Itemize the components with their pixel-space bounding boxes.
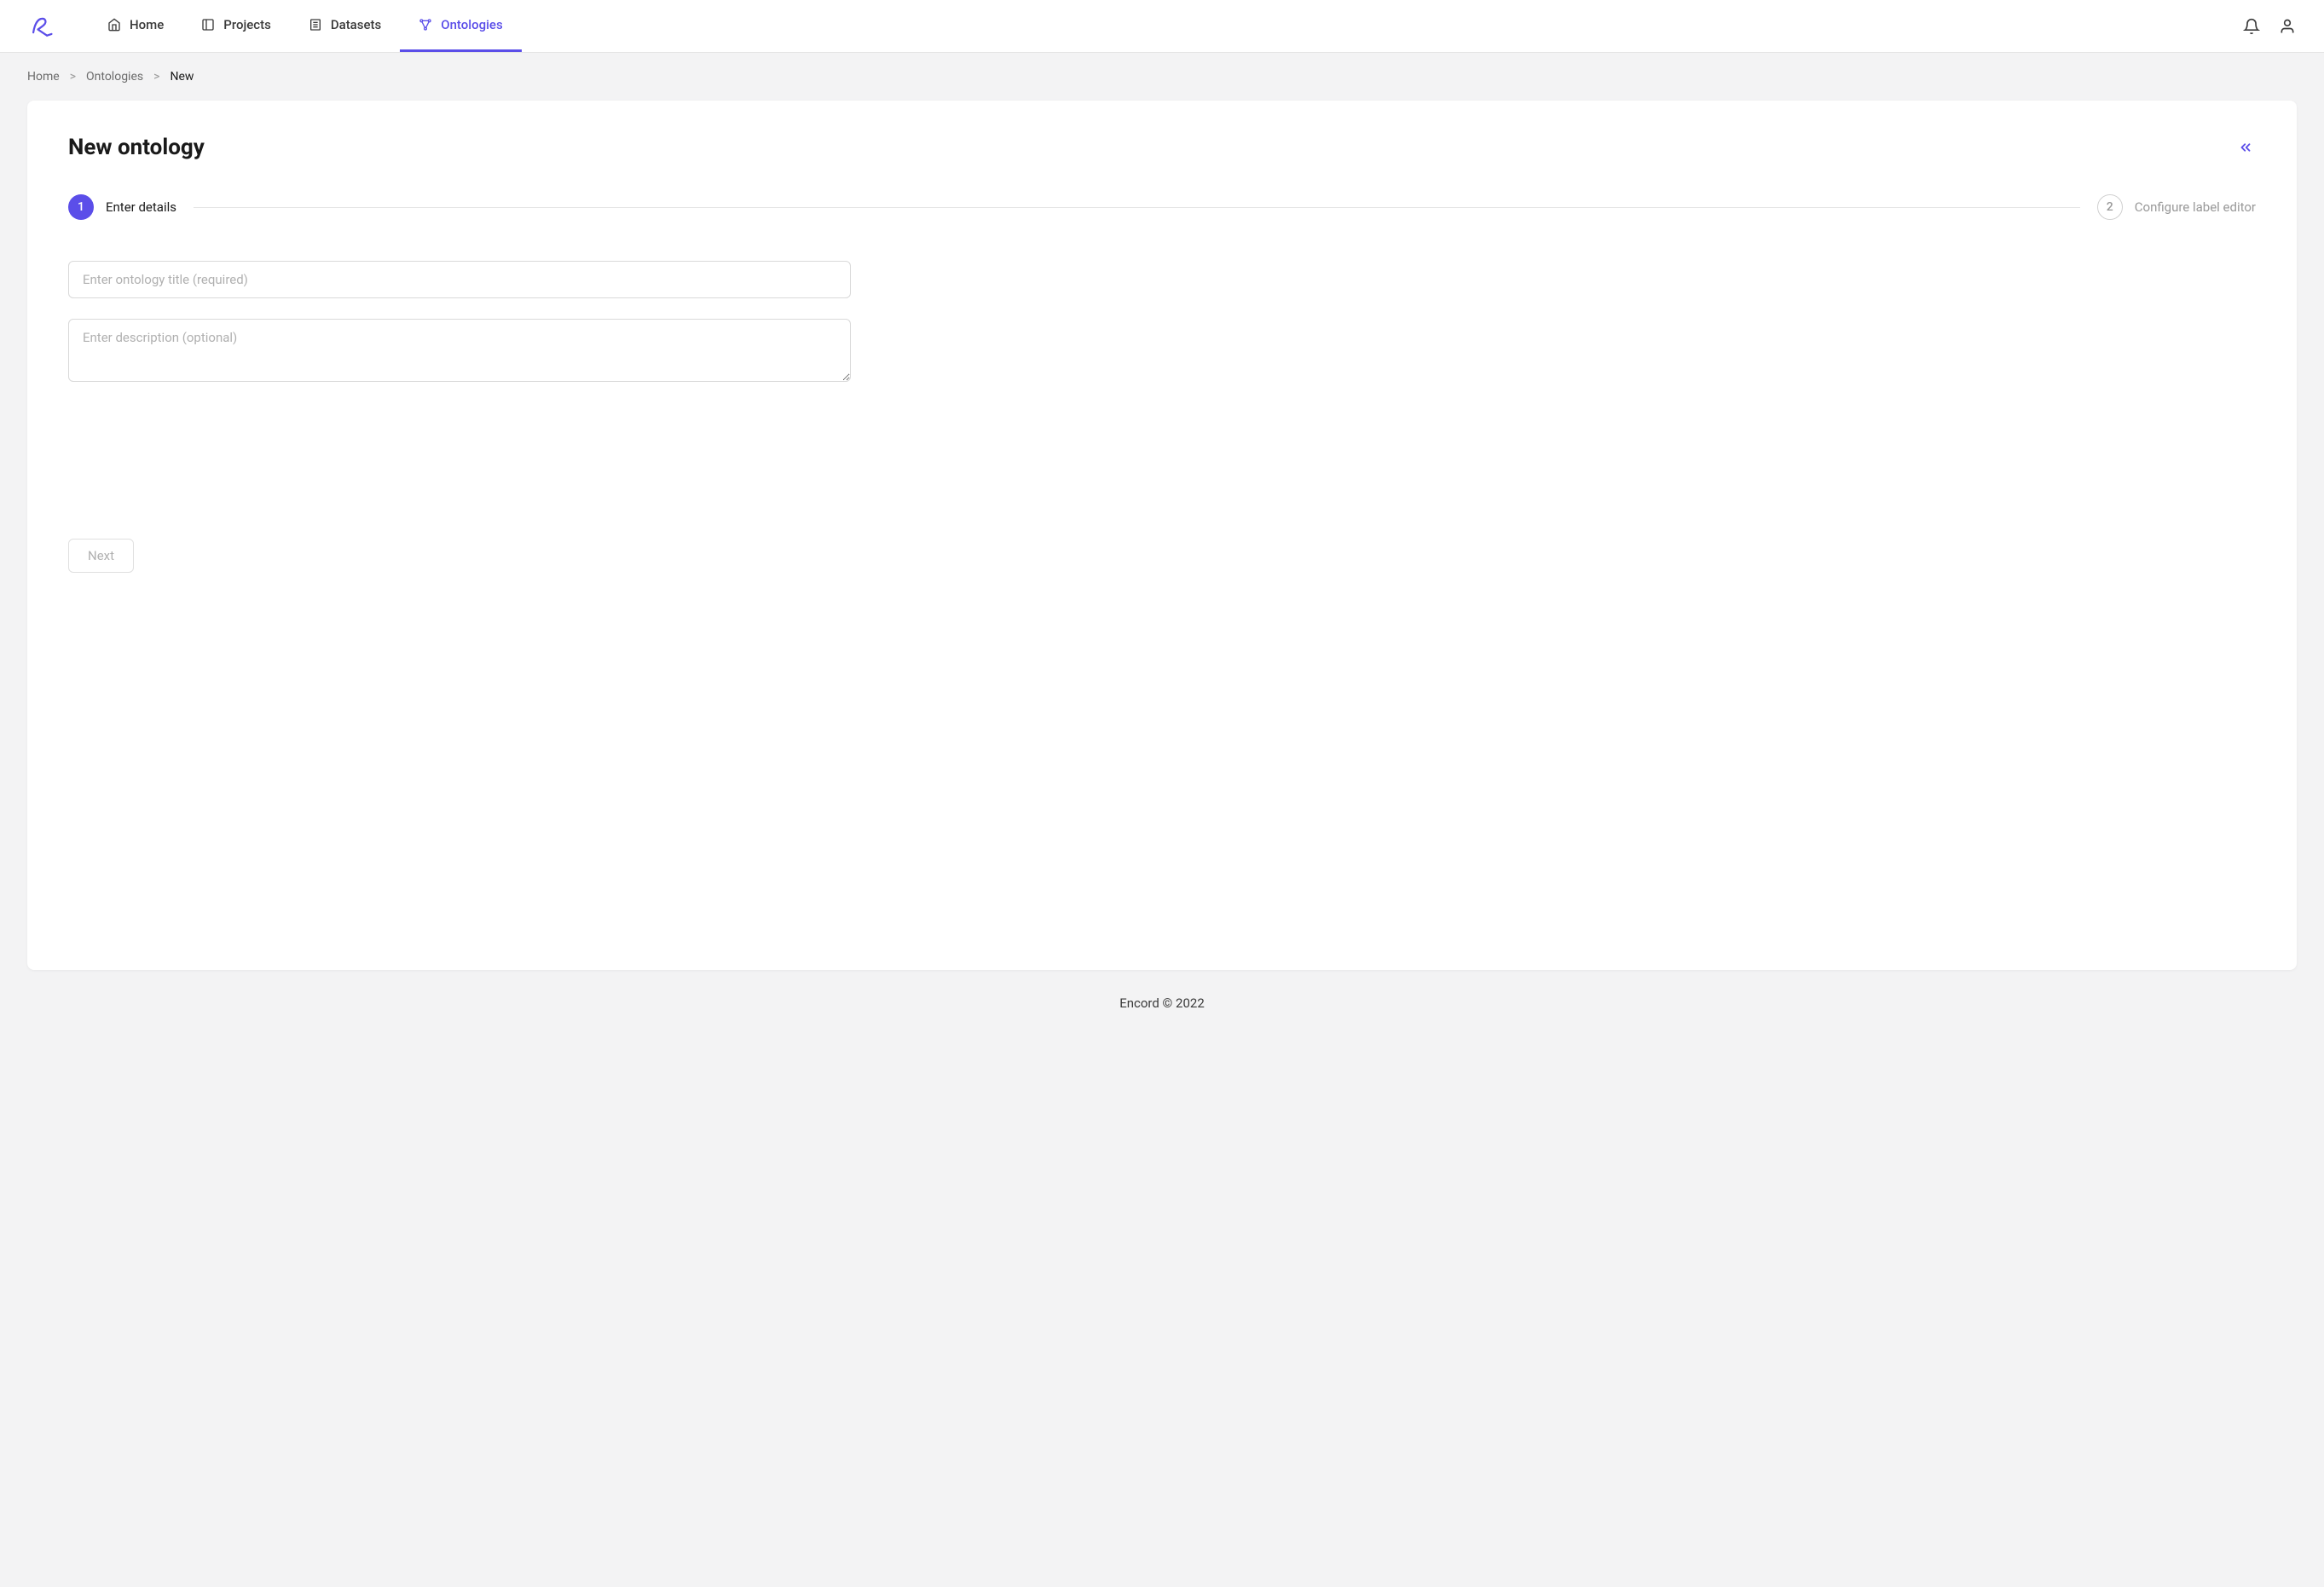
home-icon [107,18,121,32]
projects-icon [201,18,215,32]
step-1: 1 Enter details [68,194,176,220]
step-2-circle: 2 [2097,194,2123,220]
steps-connector [194,207,2080,208]
breadcrumb-home[interactable]: Home [27,70,60,84]
collapse-button[interactable] [2235,137,2256,158]
breadcrumb-separator: > [153,70,159,84]
nav-tab-label: Projects [223,17,271,32]
topbar-right [2242,17,2297,36]
encord-logo-icon [27,11,55,42]
breadcrumb-current: New [170,70,194,84]
chevron-double-left-icon [2238,140,2253,155]
nav-tab-label: Ontologies [441,17,502,32]
ontology-description-textarea[interactable] [68,319,851,382]
breadcrumb-separator: > [70,70,76,84]
main-card: New ontology 1 Enter details 2 Configure… [27,101,2297,970]
breadcrumb: Home > Ontologies > New [0,53,2324,101]
bell-icon [2243,18,2260,35]
breadcrumb-ontologies[interactable]: Ontologies [86,70,143,84]
card-header: New ontology [68,135,2256,160]
nav-tab-label: Datasets [331,17,381,32]
nav-tab-projects[interactable]: Projects [182,0,290,52]
datasets-icon [309,18,322,32]
notifications-button[interactable] [2242,17,2261,36]
form-container: Next [68,261,851,573]
step-2-label: Configure label editor [2135,199,2256,215]
next-button[interactable]: Next [68,539,134,573]
topbar: Home Projects Datasets Ontologies [0,0,2324,53]
page-title: New ontology [68,135,205,160]
nav-tab-datasets[interactable]: Datasets [290,0,400,52]
user-icon [2279,18,2296,35]
ontologies-icon [419,18,432,32]
step-2: 2 Configure label editor [2097,194,2256,220]
footer: Encord © 2022 [0,970,2324,1045]
nav-tab-ontologies[interactable]: Ontologies [400,0,521,52]
step-1-label: Enter details [106,199,176,215]
nav-tab-label: Home [130,17,164,32]
nav-tabs: Home Projects Datasets Ontologies [89,0,522,52]
step-1-circle: 1 [68,194,94,220]
nav-tab-home[interactable]: Home [89,0,182,52]
user-menu-button[interactable] [2278,17,2297,36]
ontology-title-input[interactable] [68,261,851,298]
steps-indicator: 1 Enter details 2 Configure label editor [68,194,2256,220]
logo[interactable] [27,13,55,40]
